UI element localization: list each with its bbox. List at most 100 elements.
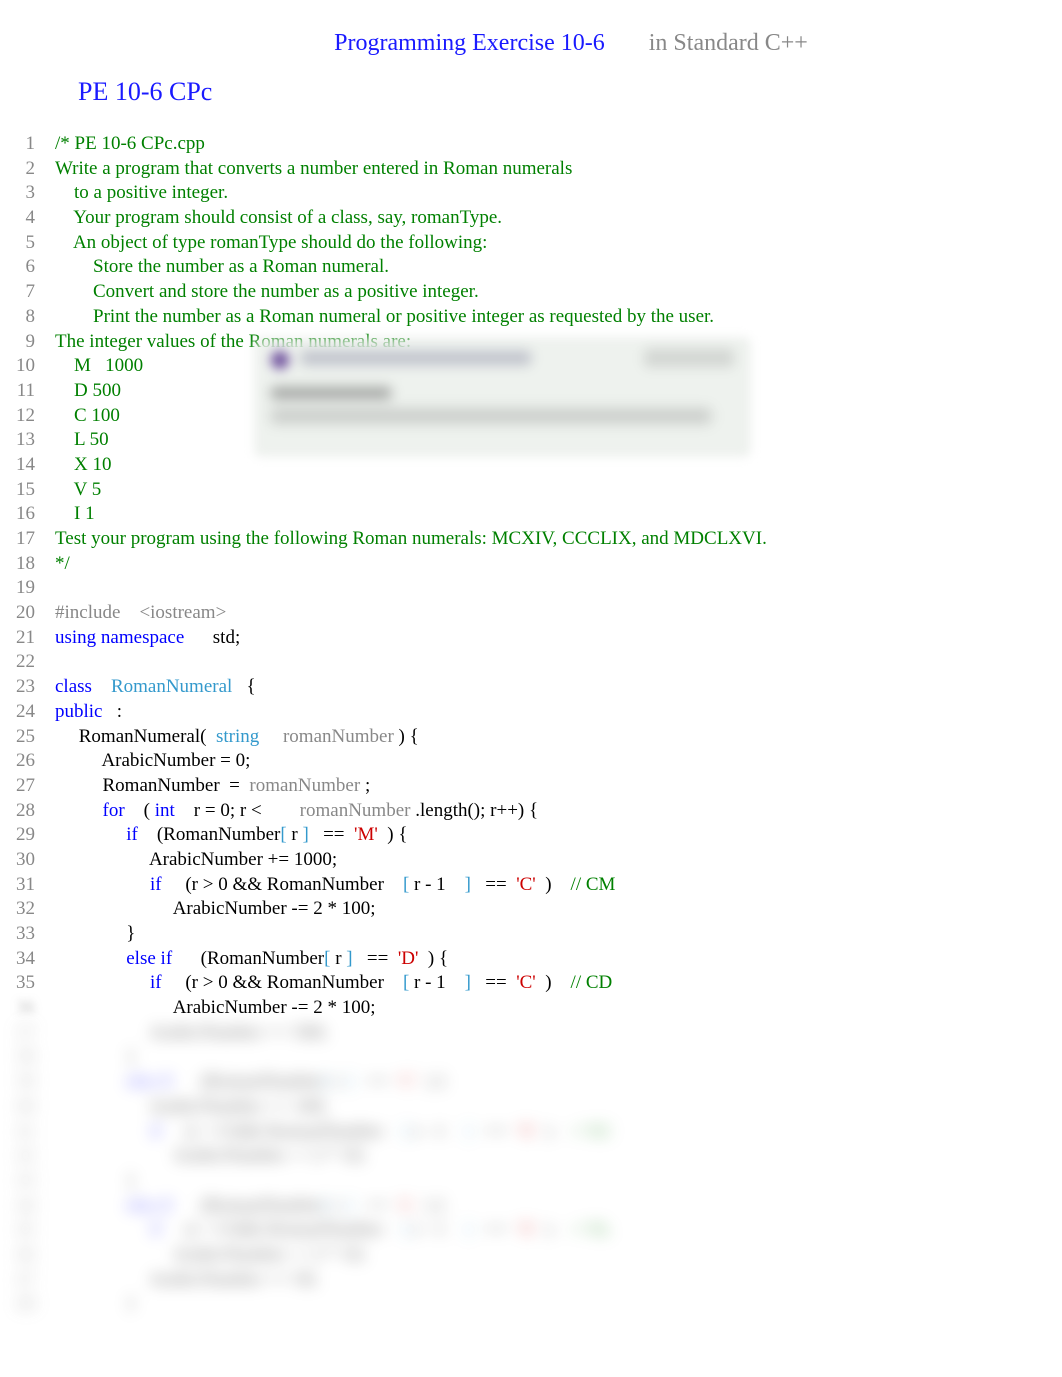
line-content: RomanNumber = romanNumber ; [55,774,1062,799]
line-number: 36 [0,996,55,1021]
line-number: 40 [0,1095,55,1120]
code-line: 30 ArabicNumber += 1000; [0,848,1062,873]
code-line: 2Write a program that converts a number … [0,157,1062,182]
code-listing: 1/* PE 10-6 CPc.cpp2Write a program that… [0,132,1062,1317]
page-title: PE 10-6 CPc [78,77,1062,107]
code-line: 33 } [0,922,1062,947]
line-number: 5 [0,231,55,256]
line-content: } [55,1292,1062,1317]
line-content: if (r > 0 && RomanNumber [ r - 1 ] == 'X… [55,1120,1062,1145]
line-number: 46 [0,1243,55,1268]
line-number: 15 [0,478,55,503]
line-content: if (r > 0 && RomanNumber [ r - 1 ] == 'X… [55,1218,1062,1243]
code-line: 36 ArabicNumber -= 2 * 100; [0,996,1062,1021]
line-number: 20 [0,601,55,626]
line-content: if (r > 0 && RomanNumber [ r - 1 ] == 'C… [55,971,1062,996]
line-number: 3 [0,181,55,206]
line-number: 29 [0,823,55,848]
line-number: 13 [0,428,55,453]
line-content: ArabicNumber -= 2 * 10; [55,1144,1062,1169]
line-number: 1 [0,132,55,157]
line-content: D 500 [55,379,1062,404]
code-line: 43 } [0,1169,1062,1194]
code-line: 9The integer values of the Roman numeral… [0,330,1062,355]
line-content: ArabicNumber -= 2 * 100; [55,897,1062,922]
line-number: 44 [0,1194,55,1219]
line-content: ArabicNumber += 50; [55,1268,1062,1293]
line-number: 38 [0,1045,55,1070]
code-line: 21using namespace std; [0,626,1062,651]
line-number: 9 [0,330,55,355]
line-number: 8 [0,305,55,330]
line-number: 41 [0,1120,55,1145]
line-content: ArabicNumber += 100; [55,1095,1062,1120]
line-number: 37 [0,1021,55,1046]
line-number: 16 [0,502,55,527]
code-line: 27 RomanNumber = romanNumber ; [0,774,1062,799]
line-number: 35 [0,971,55,996]
line-content: ArabicNumber -= 2 * 10; [55,1243,1062,1268]
line-number: 31 [0,873,55,898]
code-line: 18*/ [0,552,1062,577]
line-content: else if (RomanNumber[ r ] == 'C' ) { [55,1070,1062,1095]
code-line: 6 Store the number as a Roman numeral. [0,255,1062,280]
line-content: else if (RomanNumber[ r ] == 'L' ) { [55,1194,1062,1219]
code-line: 39 else if (RomanNumber[ r ] == 'C' ) { [0,1070,1062,1095]
code-line: 38 } [0,1045,1062,1070]
line-content: for ( int r = 0; r < romanNumber .length… [55,799,1062,824]
header-subtitle: in Standard C++ [649,30,808,56]
line-content: public : [55,700,1062,725]
line-number: 22 [0,650,55,675]
code-line: 37 ArabicNumber += 500; [0,1021,1062,1046]
code-line: 25 RomanNumeral( string romanNumber ) { [0,725,1062,750]
code-line: 14 X 10 [0,453,1062,478]
code-line: 41 if (r > 0 && RomanNumber [ r - 1 ] ==… [0,1120,1062,1145]
line-content: C 100 [55,404,1062,429]
line-content: if (r > 0 && RomanNumber [ r - 1 ] == 'C… [55,873,1062,898]
line-number: 11 [0,379,55,404]
line-number: 30 [0,848,55,873]
code-line: 47 ArabicNumber += 50; [0,1268,1062,1293]
code-line: 8 Print the number as a Roman numeral or… [0,305,1062,330]
line-content: using namespace std; [55,626,1062,651]
line-content: /* PE 10-6 CPc.cpp [55,132,1062,157]
line-number: 2 [0,157,55,182]
code-line: 5 An object of type romanType should do … [0,231,1062,256]
line-number: 4 [0,206,55,231]
line-number: 21 [0,626,55,651]
code-line: 10 M 1000 [0,354,1062,379]
line-number: 28 [0,799,55,824]
line-content: An object of type romanType should do th… [55,231,1062,256]
code-line: 3 to a positive integer. [0,181,1062,206]
line-content: Convert and store the number as a positi… [55,280,1062,305]
line-number: 42 [0,1144,55,1169]
code-line: 12 C 100 [0,404,1062,429]
line-content: RomanNumeral( string romanNumber ) { [55,725,1062,750]
line-content: Store the number as a Roman numeral. [55,255,1062,280]
line-number: 27 [0,774,55,799]
line-content: #include <iostream> [55,601,1062,626]
code-line: 32 ArabicNumber -= 2 * 100; [0,897,1062,922]
code-line: 29 if (RomanNumber[ r ] == 'M' ) { [0,823,1062,848]
line-number: 47 [0,1268,55,1293]
code-line: 35 if (r > 0 && RomanNumber [ r - 1 ] ==… [0,971,1062,996]
code-line: 17Test your program using the following … [0,527,1062,552]
code-line: 26 ArabicNumber = 0; [0,749,1062,774]
code-line: 28 for ( int r = 0; r < romanNumber .len… [0,799,1062,824]
code-line: 23class RomanNumeral { [0,675,1062,700]
line-number: 19 [0,576,55,601]
line-content: to a positive integer. [55,181,1062,206]
code-line: 4 Your program should consist of a class… [0,206,1062,231]
line-number: 39 [0,1070,55,1095]
line-content: } [55,1169,1062,1194]
line-content: X 10 [55,453,1062,478]
code-line: 34 else if (RomanNumber[ r ] == 'D' ) { [0,947,1062,972]
line-content: The integer values of the Roman numerals… [55,330,1062,355]
line-number: 43 [0,1169,55,1194]
line-content: Your program should consist of a class, … [55,206,1062,231]
line-number: 24 [0,700,55,725]
code-line: 48 } [0,1292,1062,1317]
line-number: 12 [0,404,55,429]
code-line: 46 ArabicNumber -= 2 * 10; [0,1243,1062,1268]
line-content: Write a program that converts a number e… [55,157,1062,182]
